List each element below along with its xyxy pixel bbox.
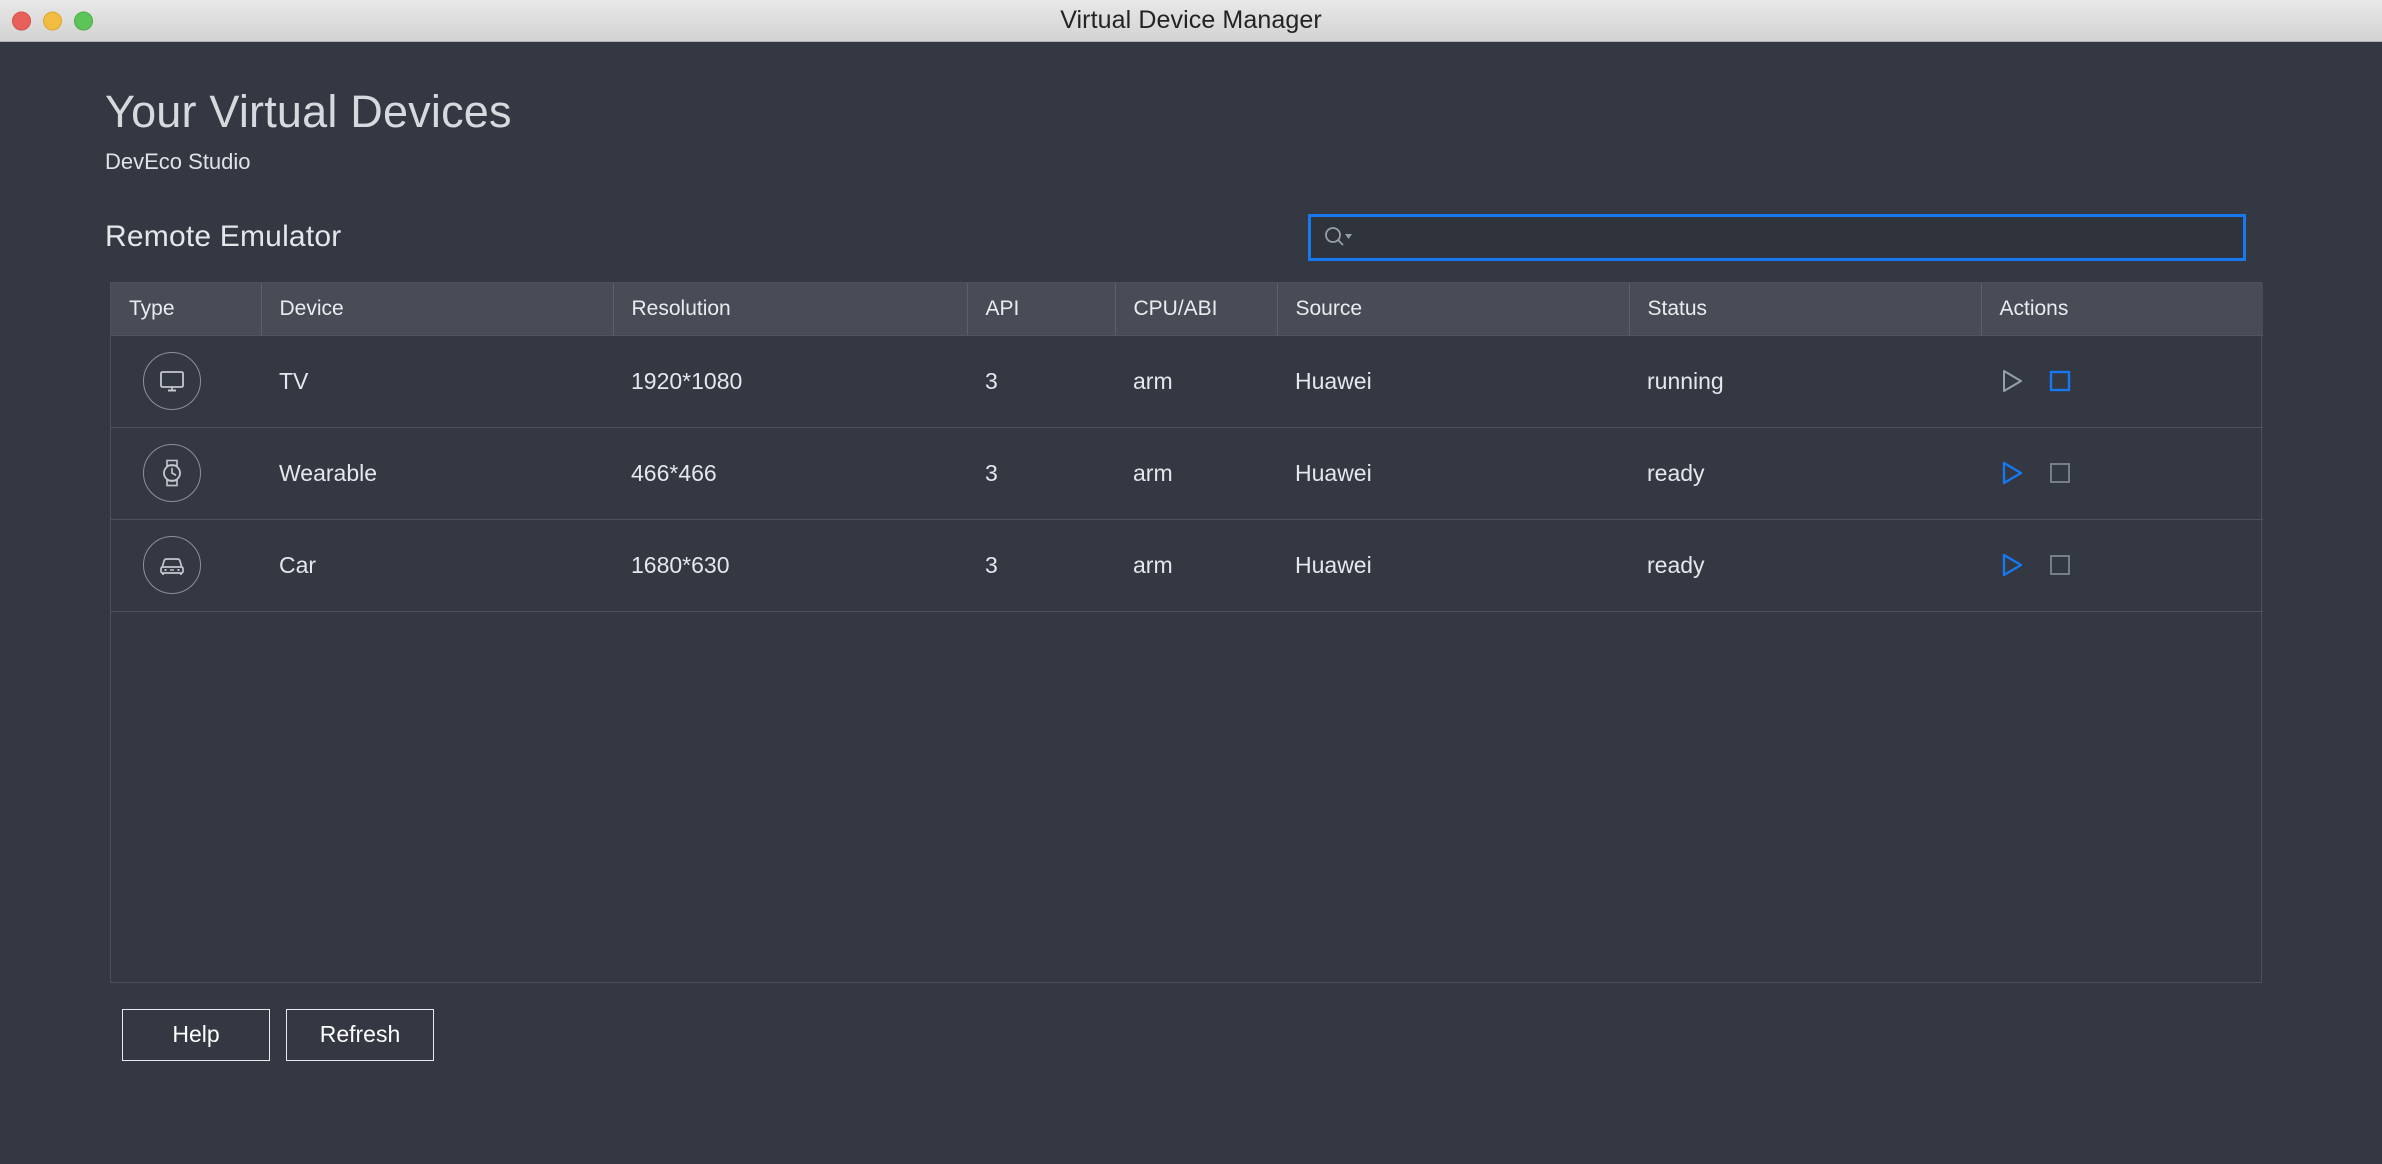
window-controls (12, 11, 93, 30)
column-header-source[interactable]: Source (1277, 283, 1630, 336)
window-title: Virtual Device Manager (1060, 6, 1322, 34)
table-empty-area (111, 611, 2261, 982)
cell-device: Car (261, 519, 613, 612)
cell-actions (1981, 519, 2263, 612)
search-box[interactable] (1308, 213, 2246, 261)
cell-api: 3 (967, 427, 1115, 520)
cell-api: 3 (967, 335, 1115, 428)
watch-icon (143, 444, 201, 503)
section-toolbar: Remote Emulator (0, 211, 2382, 263)
stop-button[interactable] (2047, 552, 2073, 578)
cell-device: Wearable (261, 427, 613, 520)
page-subtitle: DevEco Studio (105, 149, 251, 175)
stop-button[interactable] (2047, 368, 2073, 394)
maximize-button[interactable] (74, 11, 93, 30)
cell-cpu-abi: arm (1115, 519, 1277, 612)
column-header-status[interactable]: Status (1629, 283, 1982, 336)
cell-type (111, 335, 261, 428)
section-title: Remote Emulator (105, 220, 342, 254)
column-header-resolution[interactable]: Resolution (613, 283, 968, 336)
cell-cpu-abi: arm (1115, 335, 1277, 428)
page-body: Your Virtual Devices DevEco Studio Remot… (0, 42, 2382, 1164)
column-header-device[interactable]: Device (261, 283, 614, 336)
close-button[interactable] (12, 11, 31, 30)
cell-type (111, 519, 261, 612)
play-button[interactable] (1999, 367, 2025, 395)
table-header-row: Type Device Resolution API CPU/ABI Sourc… (111, 283, 2263, 336)
cell-api: 3 (967, 519, 1115, 612)
table-row[interactable]: Wearable 466*466 3 arm Huawei ready (111, 427, 2263, 520)
stop-button[interactable] (2047, 460, 2073, 486)
minimize-button[interactable] (43, 11, 62, 30)
cell-status: running (1629, 335, 1981, 428)
virtual-devices-table: Type Device Resolution API CPU/ABI Sourc… (110, 282, 2263, 983)
cell-actions (1981, 427, 2263, 520)
refresh-button[interactable]: Refresh (286, 1008, 434, 1061)
column-header-actions[interactable]: Actions (1981, 283, 2263, 336)
column-header-cpu-abi[interactable]: CPU/ABI (1115, 283, 1278, 336)
window-titlebar: Virtual Device Manager (0, 0, 2382, 42)
cell-resolution: 1920*1080 (613, 335, 967, 428)
play-button[interactable] (1999, 459, 2025, 487)
car-icon (143, 536, 201, 595)
cell-source: Huawei (1277, 427, 1629, 520)
cell-resolution: 1680*630 (613, 519, 967, 612)
search-icon (1323, 225, 1353, 249)
cell-status: ready (1629, 427, 1981, 520)
page-title: Your Virtual Devices (105, 86, 512, 137)
table-row[interactable]: Car 1680*630 3 arm Huawei ready (111, 519, 2263, 612)
column-header-type[interactable]: Type (111, 283, 262, 336)
cell-cpu-abi: arm (1115, 427, 1277, 520)
cell-actions (1981, 335, 2263, 428)
cell-source: Huawei (1277, 335, 1629, 428)
column-header-api[interactable]: API (967, 283, 1116, 336)
cell-status: ready (1629, 519, 1981, 612)
cell-source: Huawei (1277, 519, 1629, 612)
tv-icon (143, 352, 201, 411)
help-button[interactable]: Help (122, 1008, 270, 1061)
footer-buttons: Help Refresh (122, 1008, 2382, 1061)
cell-type (111, 427, 261, 520)
play-button[interactable] (1999, 551, 2025, 579)
search-input[interactable] (1353, 226, 2243, 249)
cell-device: TV (261, 335, 613, 428)
cell-resolution: 466*466 (613, 427, 967, 520)
page-header: Your Virtual Devices DevEco Studio (0, 42, 2382, 175)
table-row[interactable]: TV 1920*1080 3 arm Huawei running (111, 335, 2263, 428)
